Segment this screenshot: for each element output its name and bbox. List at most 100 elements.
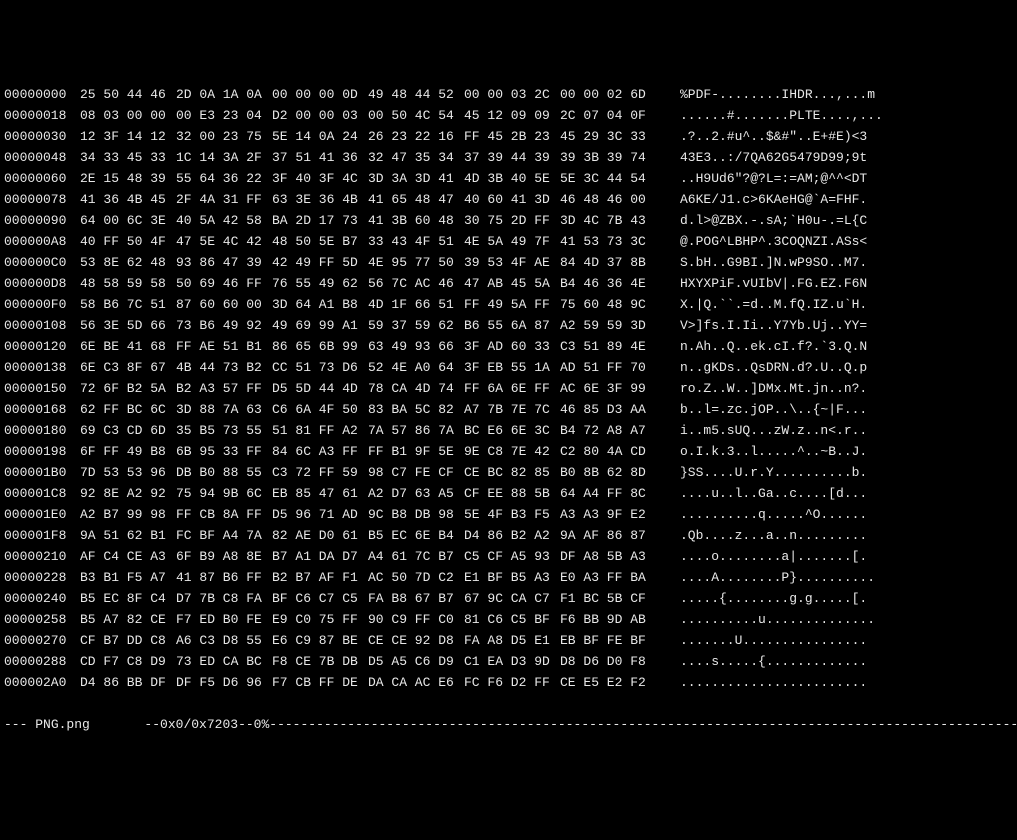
- hex-group: 2E 15 48 39: [80, 168, 176, 189]
- hex-group: D2 00 00 03: [272, 105, 368, 126]
- hex-group: CE CE 92 D8: [368, 630, 464, 651]
- offset: 00000120: [4, 336, 80, 357]
- ascii-column: ........................: [680, 672, 867, 693]
- hex-group: 9C B8 DB 98: [368, 504, 464, 525]
- hex-group: D5 A5 C6 D9: [368, 651, 464, 672]
- hex-group: 49 69 99 A1: [272, 315, 368, 336]
- hex-group: A2 59 59 3D: [560, 315, 656, 336]
- hex-group: 7A 57 86 7A: [368, 420, 464, 441]
- ascii-column: n..gKDs..QsDRN.d?.U..Q.p: [680, 357, 867, 378]
- hex-row: 000000602E 15 48 3955 64 36 223F 40 3F 4…: [0, 168, 1017, 189]
- hex-group: 39 53 4F AE: [464, 252, 560, 273]
- ascii-column: HXYXPiF.vUIbV|.FG.EZ.F6N: [680, 273, 867, 294]
- hex-group: 00 00 03 2C: [464, 84, 560, 105]
- hex-row: 000001B07D 53 53 96DB B0 88 55C3 72 FF 5…: [0, 462, 1017, 483]
- hex-row: 000000C053 8E 62 4893 86 47 3942 49 FF 5…: [0, 252, 1017, 273]
- hex-group: 81 C6 C5 BF: [464, 609, 560, 630]
- hex-row: 000001386E C3 8F 674B 44 73 B2CC 51 73 D…: [0, 357, 1017, 378]
- ascii-column: .......U................: [680, 630, 867, 651]
- offset: 000000D8: [4, 273, 80, 294]
- hex-group: DF A8 5B A3: [560, 546, 656, 567]
- hex-group: D4 86 B2 A2: [464, 525, 560, 546]
- hex-group: BA 2D 17 73: [272, 210, 368, 231]
- hex-group: 64 00 6C 3E: [80, 210, 176, 231]
- hex-group: 41 3B 60 48: [368, 210, 464, 231]
- ascii-column: ..H9Ud6"?@?L=:=AM;@^^<DT: [680, 168, 867, 189]
- hex-group: 47 AB 45 5A: [464, 273, 560, 294]
- hex-group: FF B1 9F 5E: [368, 441, 464, 462]
- ascii-column: ..........q.....^O......: [680, 504, 867, 525]
- hex-row: 0000018069 C3 CD 6D35 B5 73 5551 81 FF A…: [0, 420, 1017, 441]
- hex-group: AC 6E 3F 99: [560, 378, 656, 399]
- hex-group: FF CB 8A FF: [176, 504, 272, 525]
- offset: 00000018: [4, 105, 80, 126]
- hex-group: C3 72 FF 59: [272, 462, 368, 483]
- hex-group: 4D 3B 40 5E: [464, 168, 560, 189]
- offset: 00000288: [4, 651, 80, 672]
- hex-group: 3D 4C 7B 43: [560, 210, 656, 231]
- hex-group: 82 AE D0 61: [272, 525, 368, 546]
- hex-group: AD 51 FF 70: [560, 357, 656, 378]
- offset: 000001B0: [4, 462, 80, 483]
- hex-group: 56 7C AC 46: [368, 273, 464, 294]
- hex-group: 4D 1F 66 51: [368, 294, 464, 315]
- hex-group: 37 39 44 39: [464, 147, 560, 168]
- hex-group: A4 61 7C B7: [368, 546, 464, 567]
- hex-group: BF C6 C7 C5: [272, 588, 368, 609]
- hex-group: E6 C9 87 BE: [272, 630, 368, 651]
- hex-group: 5E 14 0A 24: [272, 126, 368, 147]
- hex-group: BC E6 6E 3C: [464, 420, 560, 441]
- hex-group: 4E 5A 49 7F: [464, 231, 560, 252]
- hex-group: 2F 4A 31 FF: [176, 189, 272, 210]
- ascii-column: 43E3..:/7QA62G5479D99;9t: [680, 147, 867, 168]
- hex-group: F7 CB FF DE: [272, 672, 368, 693]
- offset: 00000090: [4, 210, 80, 231]
- hex-group: FC BF A4 7A: [176, 525, 272, 546]
- hex-group: 56 3E 5D 66: [80, 315, 176, 336]
- hex-row: 0000004834 33 45 331C 14 3A 2F37 51 41 3…: [0, 147, 1017, 168]
- ascii-column: %PDF-........IHDR...,...m: [680, 84, 875, 105]
- hex-group: E0 A3 FF BA: [560, 567, 656, 588]
- hex-group: CE E5 E2 F2: [560, 672, 656, 693]
- hex-group: D7 7B C8 FA: [176, 588, 272, 609]
- status-sep: --: [90, 717, 160, 732]
- hex-group: CD F7 C8 D9: [80, 651, 176, 672]
- hex-group: 48 58 59 58: [80, 273, 176, 294]
- hex-group: 45 29 3C 33: [560, 126, 656, 147]
- hex-group: 00 E3 23 04: [176, 105, 272, 126]
- ascii-column: n.Ah..Q..ek.cI.f?.`3.Q.N: [680, 336, 867, 357]
- hex-group: 72 6F B2 5A: [80, 378, 176, 399]
- ascii-column: ro.Z..W..]DMx.Mt.jn..n?.: [680, 378, 867, 399]
- ascii-column: d.l>@ZBX.-.sA;`H0u-.=L{C: [680, 210, 867, 231]
- hex-group: 3D 3A 3D 41: [368, 168, 464, 189]
- offset: 00000150: [4, 378, 80, 399]
- hex-row: 00000240B5 EC 8F C4D7 7B C8 FABF C6 C7 C…: [0, 588, 1017, 609]
- hex-group: B6 55 6A 87: [464, 315, 560, 336]
- ascii-column: ..........u..............: [680, 609, 875, 630]
- hex-group: 6F FF 49 B8: [80, 441, 176, 462]
- hex-group: 4E 95 77 50: [368, 252, 464, 273]
- ascii-column: b..l=.zc.jOP..\..{~|F...: [680, 399, 867, 420]
- hex-group: 49 48 44 52: [368, 84, 464, 105]
- hex-group: E1 BF B5 A3: [464, 567, 560, 588]
- status-filename: PNG.png: [35, 717, 90, 732]
- hex-row: 00000258B5 A7 82 CEF7 ED B0 FEE9 C0 75 F…: [0, 609, 1017, 630]
- hex-row: 000000F058 B6 7C 5187 60 60 003D 64 A1 B…: [0, 294, 1017, 315]
- hex-row: 000001F89A 51 62 B1FC BF A4 7A82 AE D0 6…: [0, 525, 1017, 546]
- status-position: 0x0/0x7203: [160, 717, 238, 732]
- hex-group: D4 86 BB DF: [80, 672, 176, 693]
- hex-row: 0000003012 3F 14 1232 00 23 755E 14 0A 2…: [0, 126, 1017, 147]
- offset: 000002A0: [4, 672, 80, 693]
- offset: 000000A8: [4, 231, 80, 252]
- hex-group: FF 45 2B 23: [464, 126, 560, 147]
- ascii-column: X.|Q.``.=d..M.fQ.IZ.u`H.: [680, 294, 867, 315]
- hex-group: 25 50 44 46: [80, 84, 176, 105]
- hex-group: 32 47 35 34: [368, 147, 464, 168]
- hex-group: CE BC 82 85: [464, 462, 560, 483]
- hex-group: 47 5E 4C 42: [176, 231, 272, 252]
- status-sep2: --: [238, 717, 254, 732]
- ascii-column: ....s.....{.............: [680, 651, 867, 672]
- hex-row: 000000A840 FF 50 4F47 5E 4C 4248 50 5E B…: [0, 231, 1017, 252]
- hex-row: 000001E0A2 B7 99 98FF CB 8A FFD5 96 71 A…: [0, 504, 1017, 525]
- hex-group: B5 EC 8F C4: [80, 588, 176, 609]
